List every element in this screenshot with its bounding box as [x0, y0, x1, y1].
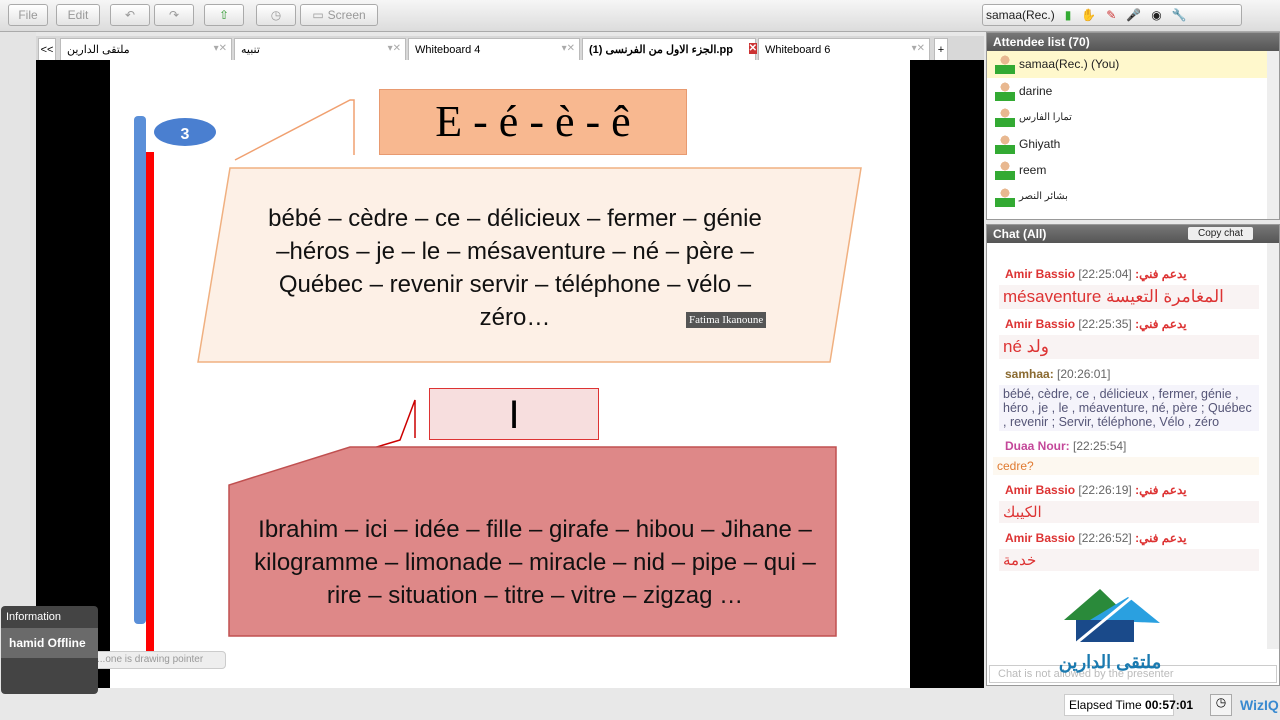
tab-1[interactable]: ملتقى الدارين ▾✕: [60, 38, 232, 60]
add-tab-button[interactable]: +: [934, 38, 948, 60]
tabs-collapse-button[interactable]: <<: [38, 38, 56, 60]
webcam-icon[interactable]: ◉: [1151, 8, 1161, 22]
pen-disabled-icon[interactable]: ✎: [1106, 8, 1116, 22]
attendee-item[interactable]: تمارا الفارس: [987, 104, 1279, 131]
attendee-item[interactable]: samaa(Rec.) (You): [987, 51, 1279, 78]
attendee-header: Attendee list (70): [987, 33, 1279, 51]
chat-message: Amir Bassio يدعم فني: [22:25:04] mésavent…: [987, 267, 1265, 309]
info-title: Information: [6, 611, 62, 623]
chat-message: Amir Bassio يدعم فني: [22:25:35] né ولد: [987, 317, 1265, 359]
drawing-status: ...one is drawing pointer: [90, 651, 226, 669]
tab-bar: << ملتقى الدارين ▾✕ تنبيه ▾✕ Whiteboard 4 ▾…: [36, 36, 984, 60]
file-button[interactable]: File: [8, 4, 48, 26]
timer-add-button[interactable]: ◷: [1210, 694, 1232, 716]
attendee-item[interactable]: reem: [987, 157, 1279, 184]
tab-whiteboard-6[interactable]: Whiteboard 6 ▾✕: [758, 38, 930, 60]
attendee-panel: Attendee list (70) samaa(Rec.) (You) dar…: [986, 32, 1280, 220]
user-name: samaa(Rec.): [986, 8, 1055, 22]
signal-icon: ▮: [1064, 8, 1072, 22]
screen-share-button[interactable]: ▭ Screen: [300, 4, 378, 26]
tab-2[interactable]: تنبيه ▾✕: [234, 38, 406, 60]
undo-button[interactable]: ↶: [110, 4, 150, 26]
attendee-scrollbar[interactable]: [1267, 51, 1279, 219]
user-avatar-icon: [995, 160, 1015, 181]
record-button[interactable]: ◷: [256, 4, 296, 26]
tool-sidebar: [0, 32, 36, 688]
title-vowel-i: I: [429, 388, 599, 440]
user-avatar-icon: [995, 186, 1015, 207]
user-avatar-icon: [995, 54, 1015, 75]
pointer-label: Fatima Ikanoune: [686, 312, 767, 328]
elapsed-time: Elapsed Time 00:57:01: [1064, 694, 1193, 716]
watermark-logo: ملتقى الدارين: [1050, 585, 1170, 675]
i-words-paragraph: Ibrahim – ici – idée – fille – girafe – …: [254, 516, 816, 609]
chat-message: Duaa Nour: [22:25:54] cedre?: [987, 439, 1265, 475]
info-text: hamid Offline: [1, 628, 98, 658]
chat-header: Chat (All) Copy chat: [987, 225, 1279, 243]
redo-button[interactable]: ↷: [154, 4, 194, 26]
tab-whiteboard-4[interactable]: Whiteboard 4 ▾✕: [408, 38, 580, 60]
attendee-item[interactable]: Ghiyath: [987, 131, 1279, 158]
tab-active-pptx[interactable]: الجزء الاول من الفرنسى (1).pp ✕: [582, 38, 757, 60]
user-avatar-icon: [995, 107, 1015, 128]
mic-disabled-icon[interactable]: 🎤: [1126, 8, 1141, 22]
user-status-bar: samaa(Rec.) ▮ ✋ ✎ 🎤 ◉ 🔧: [982, 4, 1242, 26]
user-avatar-icon: [995, 80, 1015, 101]
chat-scrollbar[interactable]: [1267, 243, 1279, 649]
top-toolbar: File Edit ↶ ↷ ⇧ ◷ ▭ Screen samaa(Rec.) ▮ …: [0, 0, 1280, 32]
slide-canvas: 3 E - é - è - ê bébé – cèdre – ce – déli…: [110, 60, 910, 688]
chat-message: Amir Bassio يدعم فني: [22:26:19] الكيبك: [987, 483, 1265, 523]
edit-button[interactable]: Edit: [56, 4, 100, 26]
attendee-item[interactable]: بشائر النصر: [987, 184, 1279, 211]
information-popup: Information hamid Offline: [1, 606, 98, 694]
copy-chat-button[interactable]: Copy chat: [1187, 227, 1253, 240]
upload-button[interactable]: ⇧: [204, 4, 244, 26]
user-avatar-icon: [995, 133, 1015, 154]
attendee-item[interactable]: darine: [987, 78, 1279, 105]
chat-message: Amir Bassio يدعم فني: [22:26:52] خدمة: [987, 531, 1265, 571]
chat-message: samhaa: [20:26:01] bébé, cèdre, ce , déli…: [987, 367, 1265, 431]
hand-icon[interactable]: ✋: [1081, 8, 1096, 22]
wrench-icon[interactable]: 🔧: [1172, 8, 1187, 22]
monitor-icon: ▭: [312, 8, 324, 22]
wiziq-logo: WizIQ: [1240, 697, 1279, 713]
